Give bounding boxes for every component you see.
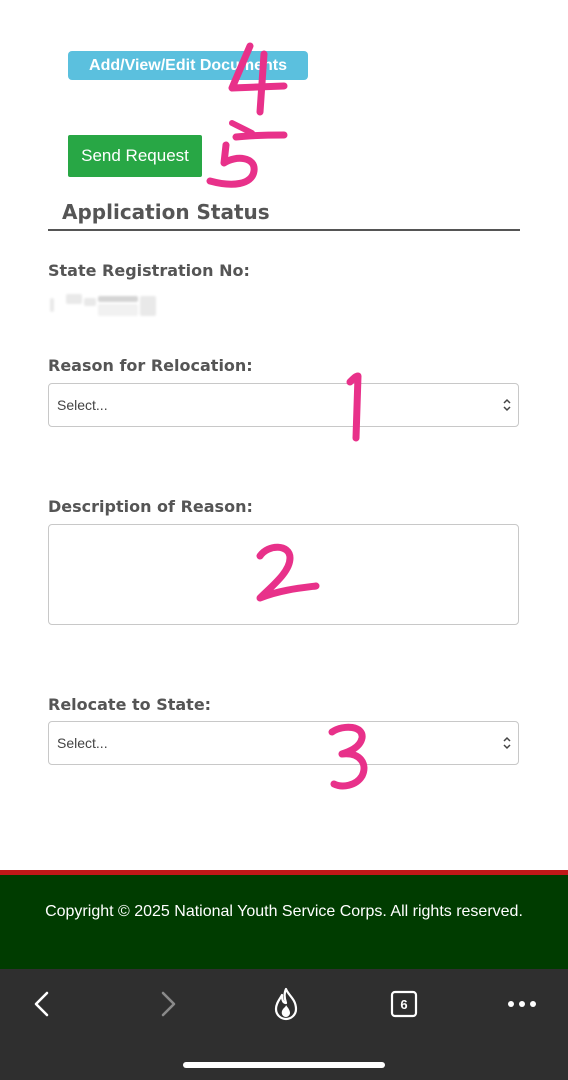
description-of-reason-textarea[interactable] [48, 524, 519, 625]
select-caret-icon [503, 736, 511, 750]
select-caret-icon [503, 398, 511, 412]
flame-icon [274, 987, 298, 1021]
tabs-icon: 6 [390, 990, 418, 1018]
home-indicator [183, 1062, 385, 1068]
site-footer: Copyright © 2025 National Youth Service … [0, 875, 568, 969]
back-button[interactable] [22, 984, 62, 1024]
relocate-to-state-select[interactable]: Select... [48, 721, 519, 765]
tabs-button[interactable]: 6 [384, 984, 424, 1024]
description-of-reason-label: Description of Reason: [48, 497, 253, 516]
tab-count: 6 [400, 997, 407, 1012]
back-icon [34, 991, 49, 1017]
footer-copyright: Copyright © 2025 National Youth Service … [45, 903, 523, 920]
forward-button[interactable] [148, 984, 188, 1024]
reason-select-value: Select... [57, 397, 108, 413]
state-select-value: Select... [57, 735, 108, 751]
send-request-button[interactable]: Send Request [68, 135, 202, 177]
state-registration-label: State Registration No: [48, 261, 250, 280]
more-icon [508, 1001, 536, 1007]
burn-button[interactable] [266, 984, 306, 1024]
state-registration-value-redacted [48, 292, 158, 316]
more-button[interactable] [502, 984, 542, 1024]
section-divider [48, 229, 520, 231]
section-title: Application Status [62, 200, 270, 224]
reason-for-relocation-label: Reason for Relocation: [48, 356, 253, 375]
annotation-number-5 [206, 120, 288, 188]
add-view-edit-documents-button[interactable]: Add/View/Edit Documents [68, 51, 308, 80]
reason-for-relocation-select[interactable]: Select... [48, 383, 519, 427]
relocate-to-state-label: Relocate to State: [48, 695, 212, 714]
forward-icon [161, 991, 176, 1017]
